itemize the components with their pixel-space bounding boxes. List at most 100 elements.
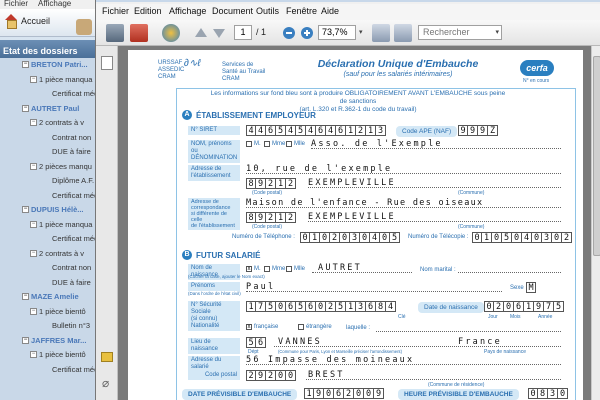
birthplace-dept-field[interactable]: 56 [246,337,266,348]
tree-detail-node[interactable]: Certificat méd [52,89,98,98]
user-icon[interactable] [76,19,92,35]
tree-issue-node[interactable]: −2 pièces manqu [30,162,92,171]
phone-field[interactable]: 0102030405 [300,232,400,243]
search-dropdown-icon[interactable]: ▾ [495,26,499,39]
tree-issue-node[interactable]: −1 pièce manqua [30,75,92,84]
tree-detail-node[interactable]: Diplôme A.F. [52,176,94,185]
scrollbar-thumb[interactable] [593,56,600,256]
tree-issue-node[interactable]: −2 contrats à v [30,118,84,127]
tree-person-node[interactable]: − AUTRET Paul [22,104,79,113]
marital-name-line[interactable] [458,272,561,273]
previous-page-icon[interactable] [194,24,208,42]
civ2-mme-checkbox[interactable]: Mme [264,266,285,272]
char-cell: 9 [534,301,544,312]
section-a-header: A ÉTABLISSEMENT EMPLOYEUR [182,110,316,120]
page-number-input[interactable]: 1 [234,25,252,40]
expand-toggle-icon[interactable]: − [22,61,29,68]
menu-aide[interactable]: Aide [321,6,339,16]
ape-field[interactable]: 999Z [458,125,498,136]
search-input[interactable]: Rechercher ▾ [418,25,502,40]
tree-detail-node[interactable]: Certificat méd [52,365,98,374]
tree-issue-node[interactable]: −1 pièce bientô [30,350,86,359]
print-icon[interactable] [106,24,124,42]
expand-toggle-icon[interactable]: − [30,220,37,228]
pdf-create-icon[interactable] [130,24,148,42]
civ2-mlle-checkbox[interactable]: Mlle [286,266,305,272]
char-cell: 0 [364,388,374,399]
char-cell: 2 [266,178,276,189]
next-page-icon[interactable] [212,24,226,42]
document-view[interactable]: URSSAF ASSEDIC CRAM ∂∿ℓ Services de Sant… [118,46,591,400]
tree-detail-node[interactable]: Certificat méd [52,234,98,243]
section-b-title: FUTUR SALARIÉ [196,250,261,260]
attachments-icon[interactable]: ⌀ [102,376,109,390]
tree-detail-node[interactable]: DUE à faire [52,147,91,156]
dob-field[interactable]: 02061975 [484,301,564,312]
zoom-in-icon[interactable] [300,24,314,42]
tree-detail-node[interactable]: DUE à faire [52,278,91,287]
expand-toggle-icon[interactable]: − [22,336,29,344]
expand-toggle-icon[interactable]: − [22,104,29,112]
menu-document[interactable]: Document [212,6,253,16]
tree-person-node[interactable]: − MAZE Amelie [22,292,79,301]
tree-detail-node[interactable]: Contrat non [52,263,91,272]
pages-panel-icon[interactable] [101,56,113,70]
expand-toggle-icon[interactable]: − [30,162,37,170]
fit-width-icon[interactable] [394,24,412,42]
fax-field[interactable]: 0105040302 [472,232,572,243]
address-postcode-field[interactable]: 89212 [246,178,296,189]
tree-issue-node[interactable]: −1 pièce manqua [30,220,92,229]
signature-logo: ∂∿ℓ [184,58,201,69]
ssn-field[interactable]: 175065602513684 [246,301,396,312]
dob-day-caption: Jour [488,314,498,320]
collaborate-icon[interactable] [162,24,180,42]
tree-issue-node[interactable]: −1 pièce bientô [30,307,86,316]
zoom-dropdown-icon[interactable]: ▾ [359,24,369,42]
hire-time-field[interactable]: 0830 [528,388,568,399]
vertical-scrollbar[interactable] [591,46,600,400]
tree-person-node[interactable]: − DUPUIS Hélè... [22,205,84,214]
sex-field[interactable]: M [526,282,536,293]
civ-mlle-checkbox[interactable]: Mlle [286,141,305,147]
expand-toggle-icon[interactable]: − [30,75,37,83]
civ2-m-checkbox[interactable]: x M. [246,266,261,272]
hire-date-field[interactable]: 19062009 [304,388,384,399]
tree-detail-node[interactable]: Certificat méd [52,191,98,200]
expand-toggle-icon[interactable]: − [30,249,37,257]
birthplace-city-caption: (Commune pour Paris, Lyon et Marseille p… [278,349,402,354]
nationality-which-line[interactable] [376,331,561,332]
menu-affichage[interactable]: Affichage [169,6,206,16]
zoom-out-icon[interactable] [282,24,296,42]
tree-node-label: DUPUIS Hélè... [31,205,84,214]
tree-detail-node[interactable]: Bulletin n°3 [52,321,90,330]
zoom-level-input[interactable]: 73,7% [318,25,356,40]
bg-menu-fichier[interactable]: Fichier [4,0,28,8]
expand-toggle-icon[interactable]: − [30,307,37,315]
tree-node-label: Certificat méd [52,190,99,200]
tree-detail-node[interactable]: Contrat non [52,133,91,142]
correspondence-postcode-field[interactable]: 89212 [246,212,296,223]
menu-outils[interactable]: Outils [256,6,279,16]
civ-m-checkbox[interactable]: M. [246,141,261,147]
menu-fenetre[interactable]: Fenêtre [286,6,317,16]
siret-field[interactable]: 44654546461213 [246,125,386,136]
fit-page-icon[interactable] [372,24,390,42]
civ-mme-checkbox[interactable]: Mme [264,141,285,147]
menu-fichier[interactable]: Fichier [102,6,129,16]
employee-postcode-field[interactable]: 29200 [246,370,296,381]
tree-issue-node[interactable]: −2 contrats à v [30,249,84,258]
background-toolbar: Accueil [0,9,100,37]
tree-person-node[interactable]: − BRETON Patri... [22,60,88,69]
expand-toggle-icon[interactable]: − [22,206,29,213]
expand-toggle-icon[interactable]: − [30,119,37,126]
bg-menu-affichage[interactable]: Affichage [38,0,71,8]
nationality-french-checkbox[interactable]: x française [246,324,278,330]
home-button[interactable]: Accueil [4,14,50,29]
comments-icon[interactable] [101,352,113,362]
tree-person-node[interactable]: − JAFFRES Mar... [22,336,86,345]
tree-node-label: Contrat non [52,263,92,272]
menu-edition[interactable]: Edition [134,6,162,16]
nationality-foreign-checkbox[interactable]: étrangère [298,324,332,330]
expand-toggle-icon[interactable]: − [22,293,29,300]
expand-toggle-icon[interactable]: − [30,351,37,358]
